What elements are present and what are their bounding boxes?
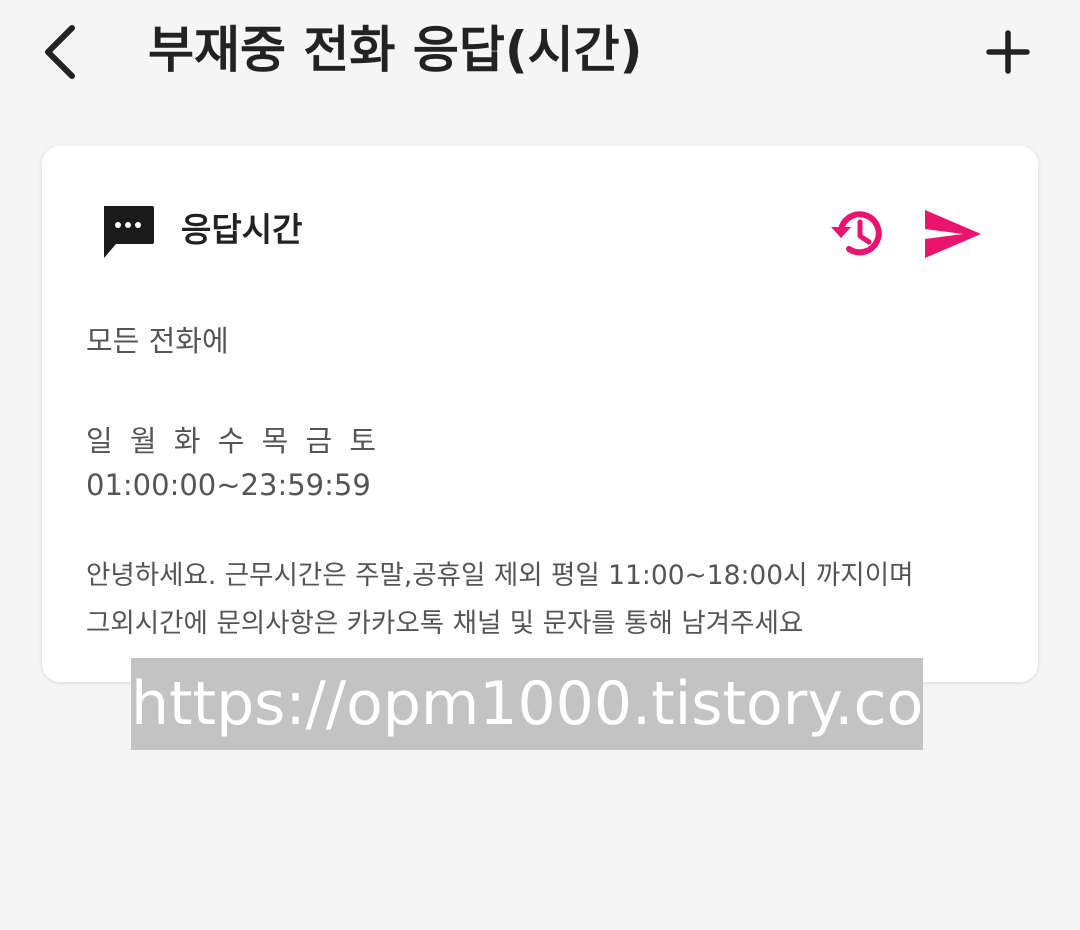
back-button[interactable] <box>30 20 90 84</box>
chevron-left-icon <box>45 25 75 79</box>
watermark: https://opm1000.tistory.com <box>131 658 923 750</box>
response-message: 안녕하세요. 근무시간은 주말,공휴일 제외 평일 11:00~18:00시 까… <box>86 552 913 648</box>
message-dots-icon <box>100 204 156 260</box>
add-button[interactable] <box>980 22 1036 82</box>
card-title: 응답시간 <box>181 210 303 249</box>
plus-icon <box>986 30 1030 74</box>
app-header: 부재중 전화 응답(시간) <box>0 0 1080 110</box>
call-target-text: 모든 전화에 <box>86 324 229 358</box>
page-title: 부재중 전화 응답(시간) <box>148 21 643 79</box>
response-card[interactable]: 응답시간 모든 전화에 일 월 화 수 목 금 토 01:00:00~23:59… <box>42 146 1038 682</box>
response-message-line: 그외시간에 문의사항은 카카오톡 채널 및 문자를 통해 남겨주세요 <box>86 608 804 639</box>
send-icon <box>925 210 981 258</box>
days-text: 일 월 화 수 목 금 토 <box>86 424 381 458</box>
send-button[interactable] <box>918 201 988 267</box>
response-message-line: 안녕하세요. 근무시간은 주말,공휴일 제외 평일 11:00~18:00시 까… <box>86 560 914 591</box>
history-icon <box>831 211 882 256</box>
time-range-text: 01:00:00~23:59:59 <box>86 468 371 502</box>
history-button[interactable] <box>824 201 890 267</box>
